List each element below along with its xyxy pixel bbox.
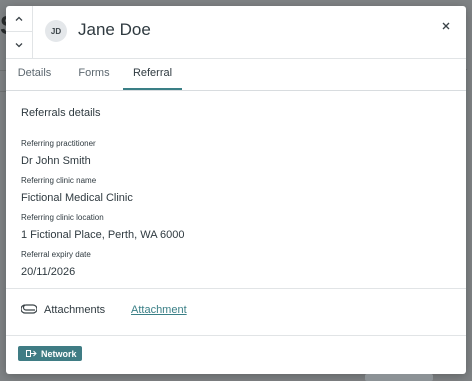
tab-referral[interactable]: Referral <box>123 59 182 90</box>
network-button[interactable]: Network <box>18 346 82 361</box>
tab-details[interactable]: Details <box>12 59 57 90</box>
clinic-name-value: Fictional Medical Clinic <box>21 192 133 204</box>
tab-bar: Details Forms Referral <box>6 59 466 91</box>
record-navigation <box>6 6 33 58</box>
close-icon <box>442 22 450 30</box>
close-button[interactable] <box>438 18 454 34</box>
next-record-button[interactable] <box>6 32 32 57</box>
divider <box>6 335 466 336</box>
attachment-link[interactable]: Attachment <box>131 304 187 316</box>
expiry-date-value: 20/11/2026 <box>21 266 76 278</box>
network-icon <box>26 349 37 358</box>
modal-header: JD Jane Doe <box>6 6 466 59</box>
tab-forms[interactable]: Forms <box>71 59 117 90</box>
chevron-down-icon <box>15 42 23 47</box>
referring-practitioner-label: Referring practitioner <box>21 139 96 148</box>
patient-modal: JD Jane Doe Details Forms Referral Refer… <box>6 6 466 374</box>
clinic-name-label: Referring clinic name <box>21 176 97 185</box>
section-title: Referrals details <box>21 107 101 119</box>
expiry-date-label: Referral expiry date <box>21 250 91 259</box>
attachments-row: Attachments Attachment <box>6 289 466 335</box>
clinic-location-value: 1 Fictional Place, Perth, WA 6000 <box>21 229 185 241</box>
previous-record-button[interactable] <box>6 6 32 32</box>
network-button-label: Network <box>41 348 77 359</box>
attachments-label: Attachments <box>44 304 106 316</box>
referring-practitioner-value: Dr John Smith <box>21 155 91 167</box>
paperclip-icon <box>21 304 37 314</box>
horizontal-scrollbar[interactable] <box>365 374 433 381</box>
patient-name: Jane Doe <box>78 20 151 39</box>
clinic-location-label: Referring clinic location <box>21 213 104 222</box>
avatar: JD <box>45 20 67 42</box>
chevron-up-icon <box>15 16 23 21</box>
